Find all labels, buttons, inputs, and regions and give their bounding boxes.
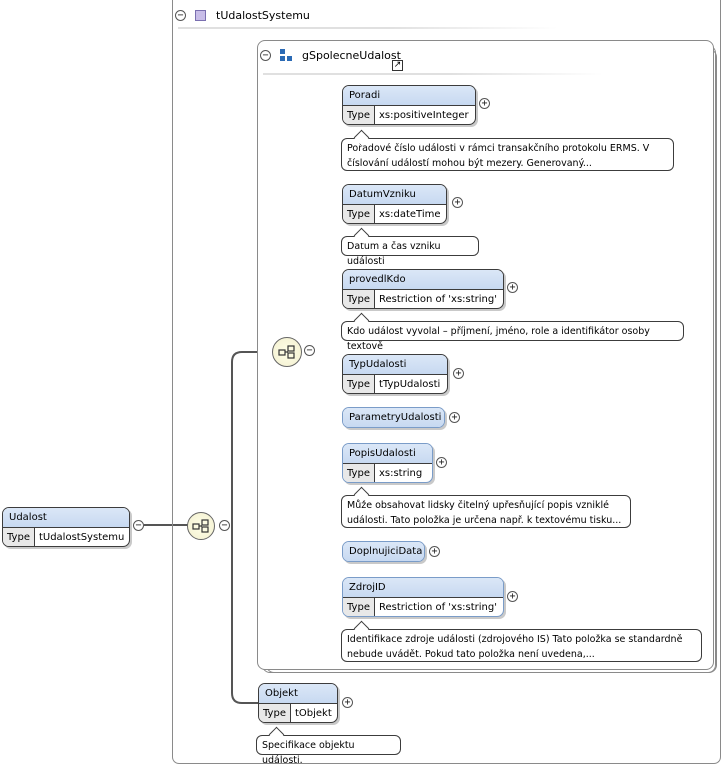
type-value: tTypUdalosti — [378, 379, 441, 390]
group-box — [257, 40, 717, 673]
complex-type-name: tUdalostSystemu — [216, 8, 310, 22]
type-label: Type — [259, 704, 291, 722]
group-name: gSpolecneUdalost — [302, 48, 401, 62]
group-underline — [263, 73, 603, 75]
documentation-note: Kdo událost vyvolal – příjmení, jméno, r… — [341, 312, 684, 352]
group-header: − gSpolecneUdalost — [260, 46, 401, 64]
documentation-note: Identifikace zdroje události (zdrojového… — [341, 620, 702, 662]
expand-toggle[interactable]: + — [453, 368, 464, 379]
complex-type-header: − tUdalostSystemu — [175, 6, 310, 24]
element-name: Objekt — [259, 684, 337, 703]
element-name: Poradi — [343, 86, 475, 105]
element-typudalosti[interactable]: TypUdalosti Type tTypUdalosti — [342, 354, 448, 394]
type-value: xs:string — [378, 468, 423, 479]
element-datumvzniku[interactable]: DatumVzniku Type xs:dateTime — [342, 184, 447, 224]
element-parametryudalosti[interactable]: ParametryUdalosti — [342, 407, 445, 428]
element-name: provedlKdo — [343, 270, 503, 289]
type-label: Type — [343, 290, 375, 308]
collapse-toggle[interactable]: − — [175, 9, 186, 21]
documentation-note: Specifikace objektu události. — [256, 726, 401, 766]
type-label: Type — [343, 205, 375, 223]
element-provedlkdo[interactable]: provedlKdo Type Restriction of 'xs:string… — [342, 269, 504, 309]
expand-toggle[interactable]: + — [429, 546, 440, 557]
type-value: xs:dateTime — [378, 209, 441, 220]
expand-toggle[interactable]: + — [452, 197, 463, 208]
type-label: Type — [343, 375, 375, 393]
expand-toggle[interactable]: + — [507, 282, 518, 293]
type-label: Type — [3, 528, 35, 546]
expand-toggle[interactable]: + — [479, 98, 490, 109]
collapse-toggle-sequence[interactable]: − — [219, 520, 230, 531]
expand-toggle[interactable]: + — [507, 591, 518, 602]
element-popisudalosti[interactable]: PopisUdalosti Type xs:string — [342, 443, 433, 483]
element-name: DoplnujiciData — [343, 542, 424, 561]
documentation-note: Může obsahovat lidsky čitelný upřesňujíc… — [341, 486, 631, 528]
collapse-toggle[interactable]: − — [260, 49, 271, 61]
root-element-udalost[interactable]: Udalost Type tUdalostSystemu — [2, 507, 130, 547]
group-link-icon[interactable]: ↗ — [392, 60, 403, 71]
type-label: Type — [343, 598, 375, 616]
collapse-toggle-root[interactable]: − — [133, 520, 144, 531]
type-value: xs:positiveInteger — [378, 110, 469, 121]
element-name: Udalost — [3, 508, 129, 527]
element-zdrojid[interactable]: ZdrojID Type Restriction of 'xs:string' — [342, 577, 504, 617]
element-name: DatumVzniku — [343, 185, 446, 204]
element-name: ParametryUdalosti — [343, 408, 444, 427]
type-value: Restriction of 'xs:string' — [378, 294, 497, 305]
type-label: Type — [343, 464, 375, 482]
expand-toggle[interactable]: + — [342, 697, 353, 708]
complex-type-icon — [195, 9, 206, 21]
type-value: tObjekt — [294, 708, 332, 719]
element-poradi[interactable]: Poradi Type xs:positiveInteger — [342, 85, 476, 125]
element-doplnujicidata[interactable]: DoplnujiciData — [342, 541, 425, 562]
type-label: Type — [343, 106, 375, 124]
collapse-toggle-sequence[interactable]: − — [304, 345, 315, 356]
element-name: ZdrojID — [343, 578, 503, 597]
sequence-compositor-icon[interactable] — [272, 337, 302, 367]
element-name: TypUdalosti — [343, 355, 447, 374]
expand-toggle[interactable]: + — [436, 457, 447, 468]
element-objekt[interactable]: Objekt Type tObjekt — [258, 683, 338, 723]
type-value: tUdalostSystemu — [38, 532, 125, 543]
element-name: PopisUdalosti — [343, 444, 432, 463]
documentation-note: Datum a čas vzniku události — [341, 227, 479, 267]
complex-type-underline — [178, 27, 558, 29]
group-icon — [280, 49, 292, 61]
type-value: Restriction of 'xs:string' — [378, 602, 497, 613]
sequence-compositor-icon[interactable] — [187, 512, 215, 540]
expand-toggle[interactable]: + — [449, 412, 460, 423]
documentation-note: Pořadové číslo události v rámci transakč… — [341, 129, 674, 171]
